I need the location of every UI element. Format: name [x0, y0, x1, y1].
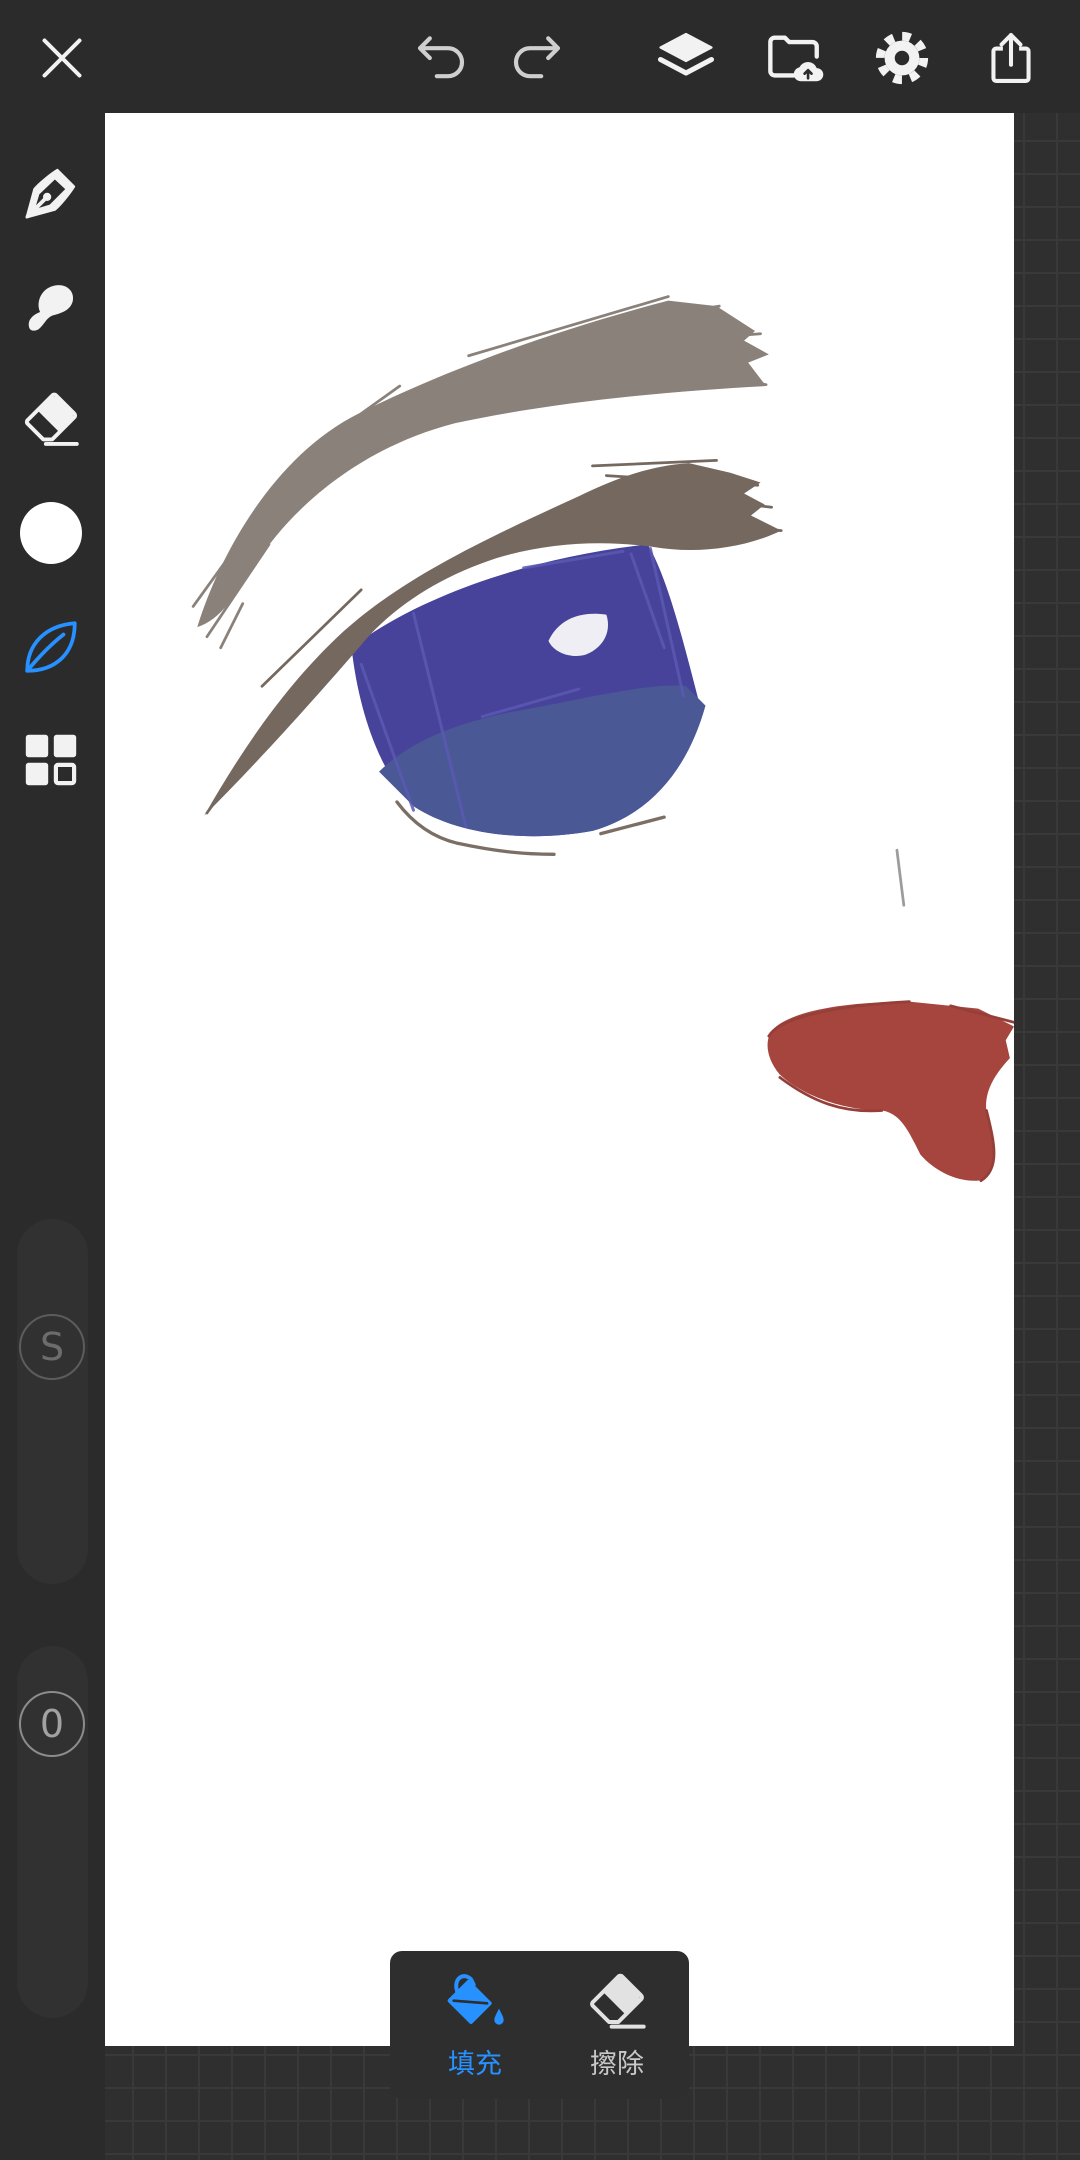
tool-sidebar: S 0 — [0, 113, 105, 2160]
smudge-tool-button[interactable] — [6, 261, 96, 351]
fill-option[interactable]: 填充 — [404, 1951, 546, 2099]
brush-size-slider[interactable]: S — [17, 1219, 88, 1584]
grid-icon — [25, 734, 77, 786]
eraser-icon — [24, 392, 79, 446]
redo-icon — [513, 36, 561, 79]
fill-option-label: 填充 — [448, 2049, 502, 2080]
share-button[interactable] — [975, 22, 1047, 94]
gallery-button[interactable] — [759, 22, 831, 94]
leaf-brush-icon — [25, 621, 77, 673]
leaf-brush-button[interactable] — [6, 602, 96, 692]
undo-icon — [417, 36, 465, 79]
brush-size-label: S — [39, 1325, 65, 1369]
top-toolbar — [0, 0, 1080, 113]
settings-button[interactable] — [866, 22, 938, 94]
brush-size-handle[interactable]: S — [19, 1314, 85, 1380]
gear-icon — [875, 31, 929, 85]
share-icon — [991, 33, 1031, 83]
smudge-brush-icon — [28, 285, 74, 331]
erase-option-label: 擦除 — [590, 2049, 644, 2080]
folder-sync-icon — [768, 35, 824, 82]
paint-bucket-icon — [447, 1974, 504, 2025]
opacity-slider[interactable]: 0 — [17, 1646, 88, 2018]
erase-option[interactable]: 擦除 — [546, 1951, 688, 2099]
nose-line — [895, 848, 906, 907]
close-button[interactable] — [26, 22, 98, 94]
pen-nib-icon — [25, 168, 76, 219]
layers-button[interactable] — [650, 22, 722, 94]
undo-button[interactable] — [405, 22, 477, 94]
color-picker-button[interactable] — [6, 488, 96, 578]
eraser-tool-button[interactable] — [6, 375, 96, 465]
drawing-layer — [191, 295, 1014, 1183]
lips-fill — [767, 1001, 1014, 1181]
close-icon — [42, 38, 82, 78]
library-grid-button[interactable] — [6, 715, 96, 805]
opacity-label: 0 — [39, 1702, 65, 1746]
pen-tool-button[interactable] — [6, 148, 96, 238]
color-swatch-icon — [20, 502, 82, 564]
layers-icon — [657, 32, 715, 76]
drawing-canvas[interactable] — [105, 113, 1014, 2046]
redo-button[interactable] — [501, 22, 573, 94]
opacity-handle[interactable]: 0 — [19, 1691, 85, 1757]
fill-mode-menu: 填充 擦除 — [390, 1951, 689, 2099]
eraser-icon — [590, 1973, 646, 2029]
